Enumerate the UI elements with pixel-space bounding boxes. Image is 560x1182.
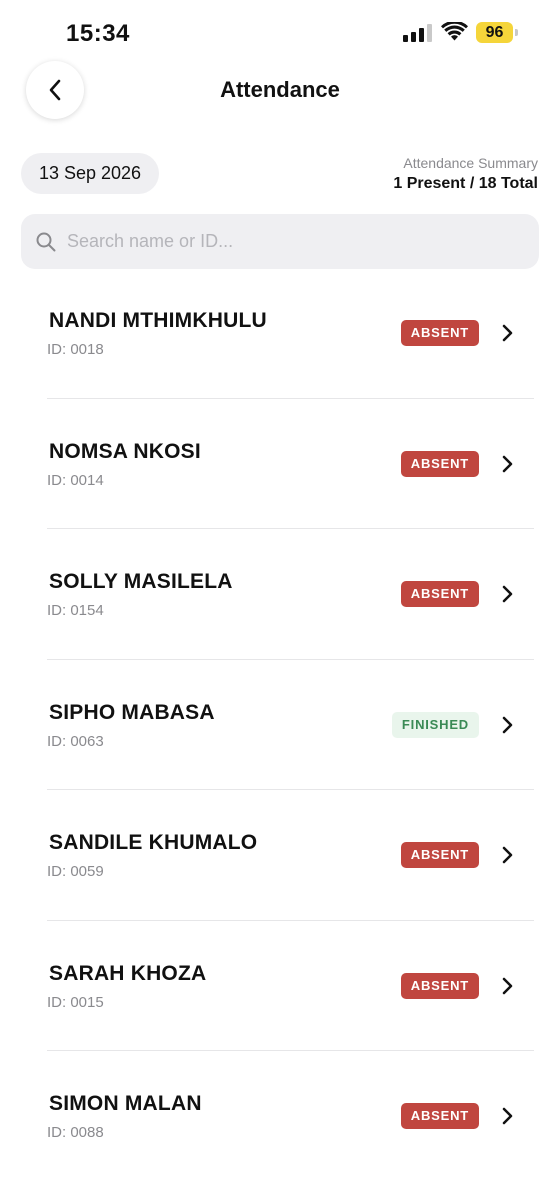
attendance-summary-value: 1 Present / 18 Total <box>393 175 538 192</box>
search-bar[interactable] <box>21 214 539 269</box>
attendee-name: SOLLY MASILELA <box>49 570 233 593</box>
attendee-name: SANDILE KHUMALO <box>49 831 258 854</box>
attendee-id: ID: 0018 <box>47 341 104 358</box>
status-badge: ABSENT <box>400 320 479 346</box>
attendee-name: SIPHO MABASA <box>49 700 215 724</box>
list-item[interactable]: SARAH KHOZA ID: 0015 ABSENT <box>0 921 560 1051</box>
chevron-right-icon[interactable] <box>500 585 514 603</box>
battery-tip <box>515 29 518 36</box>
status-badge: ABSENT <box>400 1103 479 1129</box>
chevron-right-icon[interactable] <box>500 716 514 734</box>
battery-level: 96 <box>485 24 504 41</box>
list-item[interactable]: NOMSA NKOSI ID: 0014 ABSENT <box>0 399 560 529</box>
chevron-right-icon[interactable] <box>500 1107 514 1125</box>
status-badge: ABSENT <box>400 972 479 999</box>
search-icon <box>36 232 56 252</box>
status-badge: FINISHED <box>391 711 479 738</box>
list-item[interactable]: NANDI MTHIMKHULU ID: 0018 ABSENT <box>0 268 560 399</box>
attendee-list: NANDI MTHIMKHULU ID: 0018 ABSENT NOMSA N… <box>0 268 560 1182</box>
status-bar: 15:34 96 <box>0 0 560 64</box>
wifi-icon <box>441 22 468 41</box>
attendee-name: SARAH KHOZA <box>49 961 207 985</box>
attendee-name: SIMON MALAN <box>49 1092 202 1115</box>
chevron-right-icon[interactable] <box>500 455 514 473</box>
list-item[interactable]: SIMON MALAN ID: 0088 ABSENT <box>0 1051 560 1182</box>
list-item[interactable]: SOLLY MASILELA ID: 0154 ABSENT <box>0 529 560 660</box>
attendee-id: ID: 0059 <box>47 863 104 880</box>
page-title: Attendance <box>220 77 340 102</box>
chevron-right-icon[interactable] <box>500 324 514 342</box>
date-selector[interactable]: 13 Sep 2026 <box>21 153 159 194</box>
search-input[interactable] <box>67 214 527 269</box>
attendee-id: ID: 0154 <box>47 602 104 619</box>
attendee-name: NOMSA NKOSI <box>49 439 201 463</box>
chevron-right-icon[interactable] <box>500 977 514 995</box>
status-badge: ABSENT <box>400 581 479 607</box>
chevron-right-icon[interactable] <box>500 846 514 864</box>
attendee-name: NANDI MTHIMKHULU <box>49 309 267 332</box>
status-badge: ABSENT <box>400 450 479 477</box>
battery-indicator: 96 <box>476 22 518 43</box>
list-item[interactable]: SANDILE KHUMALO ID: 0059 ABSENT <box>0 790 560 921</box>
attendee-id: ID: 0088 <box>47 1124 104 1141</box>
attendance-summary-label: Attendance Summary <box>403 155 538 171</box>
list-item[interactable]: SIPHO MABASA ID: 0063 FINISHED <box>0 660 560 790</box>
attendee-id: ID: 0015 <box>47 993 104 1011</box>
cellular-signal-icon <box>403 24 432 42</box>
status-badge: ABSENT <box>400 842 479 868</box>
attendee-id: ID: 0014 <box>47 471 104 489</box>
attendee-id: ID: 0063 <box>47 732 104 750</box>
status-time: 15:34 <box>66 20 130 47</box>
